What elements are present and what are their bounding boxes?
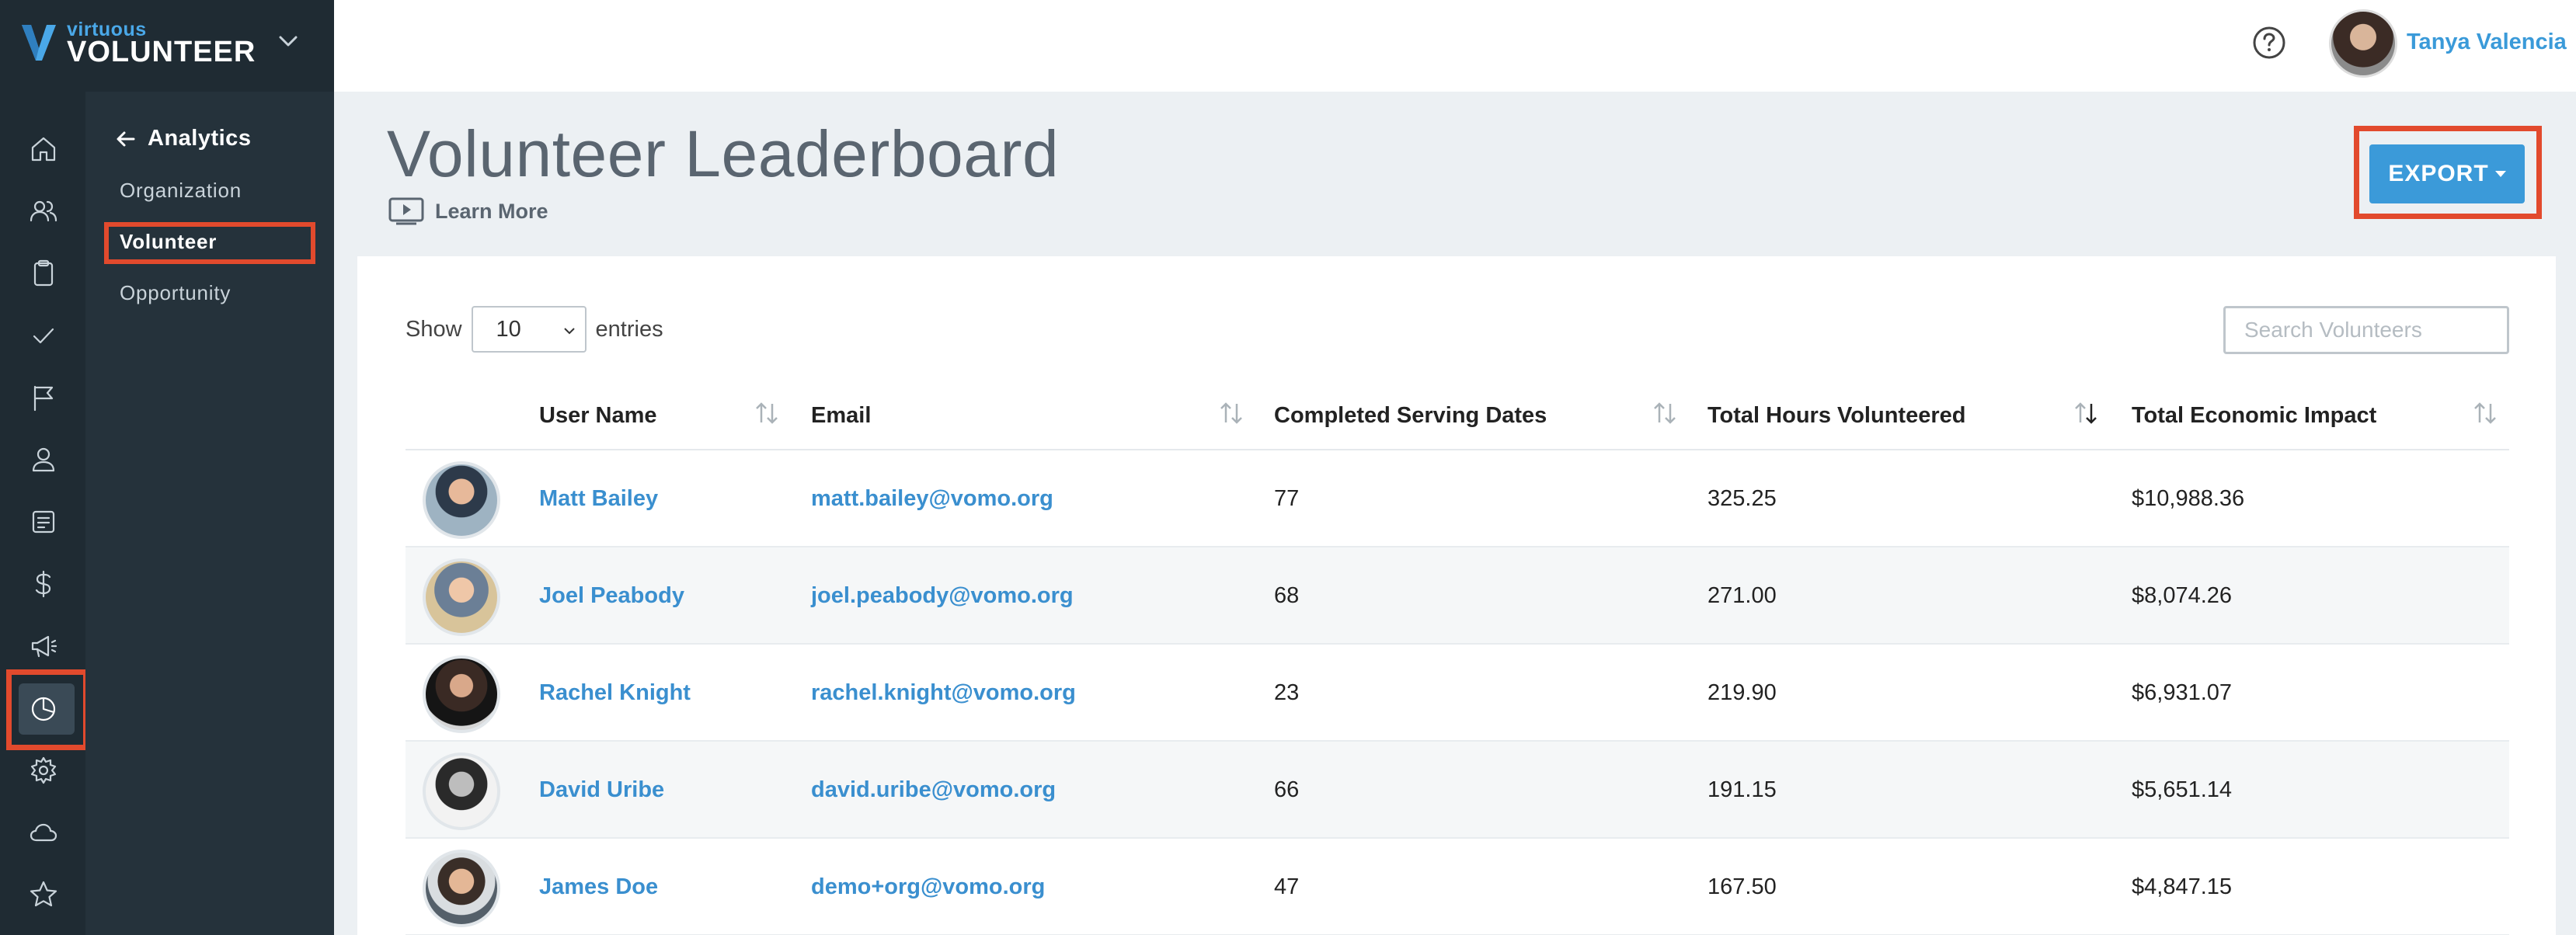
completed-dates-cell: 23	[1274, 680, 1300, 705]
email-link[interactable]: david.uribe@vomo.org	[811, 742, 1056, 838]
column-header-email[interactable]: Email	[811, 382, 871, 449]
column-header-completed-serving-dates[interactable]: Completed Serving Dates	[1274, 382, 1547, 449]
column-header-label: Completed Serving Dates	[1274, 402, 1547, 428]
home-icon[interactable]	[28, 134, 59, 165]
entries-select[interactable]: 10	[471, 306, 587, 353]
column-header-user-name[interactable]: User Name	[539, 382, 657, 449]
impact-cell: $8,074.26	[2132, 582, 2233, 608]
hours-cell: 191.15	[1707, 777, 1777, 802]
flag-icon[interactable]	[28, 382, 59, 413]
video-play-icon	[388, 197, 424, 225]
hours-cell: 271.00	[1707, 582, 1777, 608]
analytics-subnav: Analytics Organization Volunteer Opportu…	[85, 92, 334, 935]
completed-dates-cell: 77	[1274, 485, 1300, 511]
completed-dates-cell: 47	[1274, 874, 1300, 899]
sort-icon[interactable]	[1652, 399, 1678, 427]
email-link[interactable]: demo+org@vomo.org	[811, 839, 1045, 935]
users-icon[interactable]	[28, 196, 59, 227]
subnav-title: Analytics	[148, 126, 252, 151]
email-link[interactable]: rachel.knight@vomo.org	[811, 645, 1076, 741]
gear-icon[interactable]	[28, 755, 59, 786]
learn-more-link[interactable]: Learn More	[388, 197, 548, 225]
cloud-icon[interactable]	[28, 817, 59, 848]
export-highlight-box	[2354, 126, 2542, 219]
arrow-left-icon	[117, 131, 135, 146]
entries-label: entries	[595, 316, 663, 342]
hours-cell: 325.25	[1707, 485, 1777, 511]
search-volunteers-input[interactable]	[2223, 306, 2509, 354]
sort-icon[interactable]	[2472, 399, 2498, 427]
user-name-link[interactable]: Joel Peabody	[539, 547, 684, 644]
chevron-down-icon[interactable]	[275, 28, 301, 54]
column-header-total-economic-impact[interactable]: Total Economic Impact	[2132, 382, 2376, 449]
table-row: Joel Peabody joel.peabody@vomo.org 68 27…	[406, 547, 2509, 645]
hours-cell: 167.50	[1707, 874, 1777, 899]
column-header-label: Email	[811, 402, 872, 428]
brand-big-text: VOLUNTEER	[67, 36, 256, 68]
entries-value: 10	[496, 316, 521, 342]
subnav-item-opportunity[interactable]: Opportunity	[120, 281, 231, 305]
avatar	[423, 753, 500, 830]
avatar	[423, 558, 500, 636]
entries-control: Show 10 entries	[406, 306, 663, 353]
completed-dates-cell: 68	[1274, 582, 1300, 608]
volunteer-highlight-box	[104, 222, 315, 264]
table-row: Rachel Knight rachel.knight@vomo.org 23 …	[406, 645, 2509, 742]
user-name-link[interactable]: Tanya Valencia	[2407, 30, 2567, 55]
show-label: Show	[406, 316, 462, 342]
avatar	[423, 461, 500, 539]
impact-cell: $5,651.14	[2132, 777, 2233, 802]
table-row: David Uribe david.uribe@vomo.org 66 191.…	[406, 742, 2509, 839]
column-header-label: Total Economic Impact	[2132, 402, 2377, 428]
user-name-link[interactable]: Rachel Knight	[539, 645, 691, 741]
table-row: Matt Bailey matt.bailey@vomo.org 77 325.…	[406, 450, 2509, 547]
email-link[interactable]: joel.peabody@vomo.org	[811, 547, 1074, 644]
sort-icon[interactable]	[754, 399, 780, 427]
person-icon[interactable]	[28, 444, 59, 475]
analytics-highlight-box	[6, 669, 89, 750]
logo-v-icon	[22, 25, 56, 61]
completed-dates-cell: 66	[1274, 777, 1300, 802]
hours-cell: 219.90	[1707, 680, 1777, 705]
column-header-label: User Name	[539, 402, 657, 428]
sort-descending-icon[interactable]	[2073, 399, 2099, 427]
impact-cell: $6,931.07	[2132, 680, 2233, 705]
user-name-link[interactable]: David Uribe	[539, 742, 664, 838]
page-title: Volunteer Leaderboard	[387, 117, 1060, 190]
column-header-total-hours-volunteered[interactable]: Total Hours Volunteered	[1707, 382, 1965, 449]
star-icon[interactable]	[28, 879, 59, 910]
avatar	[423, 655, 500, 733]
dollar-icon[interactable]	[28, 568, 59, 600]
document-icon[interactable]	[28, 506, 59, 537]
impact-cell: $4,847.15	[2132, 874, 2233, 899]
megaphone-icon[interactable]	[28, 631, 59, 662]
analytics-back-link[interactable]: Analytics	[115, 126, 251, 151]
user-name-link[interactable]: James Doe	[539, 839, 658, 935]
learn-more-label: Learn More	[435, 199, 548, 223]
sort-icon[interactable]	[1218, 399, 1244, 427]
user-name-link[interactable]: Matt Bailey	[539, 450, 658, 547]
user-avatar[interactable]	[2329, 9, 2397, 78]
clipboard-icon[interactable]	[28, 258, 59, 289]
help-icon[interactable]	[2251, 25, 2287, 61]
chevron-down-icon	[563, 328, 575, 335]
subnav-item-organization[interactable]: Organization	[120, 179, 242, 203]
impact-cell: $10,988.36	[2132, 485, 2245, 511]
table-row: James Doe demo+org@vomo.org 47 167.50 $4…	[406, 839, 2509, 935]
top-bar	[334, 0, 2576, 92]
brand-header: virtuous VOLUNTEER	[0, 0, 334, 92]
check-icon[interactable]	[28, 320, 59, 351]
email-link[interactable]: matt.bailey@vomo.org	[811, 450, 1053, 547]
column-header-label: Total Hours Volunteered	[1707, 402, 1966, 428]
avatar	[423, 850, 500, 927]
